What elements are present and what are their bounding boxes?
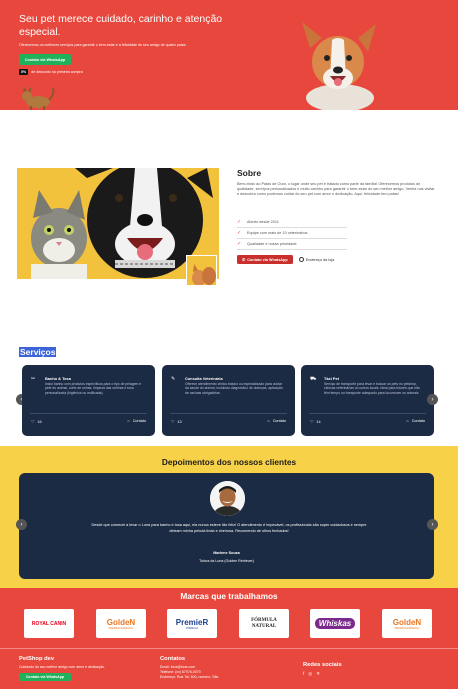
footer: PetShop dev Cuidando do seu melhor amigo…	[0, 648, 458, 689]
twitter-icon[interactable]: ✕	[316, 671, 320, 677]
divider	[170, 413, 287, 414]
heart-icon: ♡	[171, 420, 175, 424]
divider	[30, 413, 147, 414]
home-icon: ⌂	[267, 419, 270, 423]
feature-item: ✓ Equipe com mais de 10 veterinários	[237, 228, 347, 239]
whatsapp-icon: ✆	[242, 258, 246, 262]
avatar	[210, 481, 245, 516]
heart-icon: ♡	[310, 420, 314, 424]
service-contact-button[interactable]: ⌂ Contato	[127, 419, 146, 423]
testimonials-prev-arrow[interactable]: ‹	[16, 519, 27, 530]
about-title: Sobre	[237, 168, 262, 178]
divider	[309, 413, 426, 414]
heart-icon: ♡	[31, 420, 35, 424]
testimonial-card: Desde que comecei a levar o Luna para ba…	[19, 473, 434, 579]
hero-whatsapp-button[interactable]: Contato via WhatsApp	[19, 54, 71, 65]
about-whatsapp-button[interactable]: ✆ Contato via WhatsApp	[237, 255, 293, 264]
service-card: ✎ Consulta Veterinária Oferece atendimen…	[162, 365, 295, 436]
testimonial-pet: Tutora da Luna (Golden Retriever)	[199, 559, 254, 563]
car-icon: ⛟	[310, 376, 317, 382]
testimonials-title: Depoimentos dos nossos clientes	[161, 457, 297, 467]
footer-whatsapp-button[interactable]: Contato via WhatsApp	[19, 673, 71, 681]
hero-section: Seu pet merece cuidado, carinho e atençã…	[0, 0, 458, 110]
footer-contacts-title: Contatos	[160, 656, 186, 662]
service-card: ✂ Banho & Tosa Inclui banho com produtos…	[22, 365, 155, 436]
promo-badge: 5%	[19, 69, 29, 75]
syringe-icon: ✎	[171, 376, 176, 382]
promo-banner: 5% de desconto na primeira compra	[19, 69, 83, 75]
about-actions: ✆ Contato via WhatsApp Endereço da loja	[237, 255, 334, 264]
footer-brand: PetShop dev Cuidando do seu melhor amigo…	[19, 656, 105, 681]
footer-brand-text: Cuidando do seu melhor amigo com amor e …	[19, 665, 105, 669]
feature-item: ✓ Qualidade é nossa prioridade	[237, 239, 347, 250]
dog-illustration	[302, 22, 376, 110]
services-next-arrow[interactable]: ›	[427, 394, 438, 405]
footer-social-title: Redes sociais	[303, 662, 342, 668]
promo-text: de desconto na primeira compra	[31, 70, 83, 74]
footer-social: Redes sociais f ◎ ✕	[303, 662, 342, 677]
feature-item: ✓ Aberto desde 2011	[237, 217, 347, 228]
testimonial-author: Marlene Souza	[213, 551, 240, 555]
like-count[interactable]: ♡ 14	[310, 419, 321, 425]
home-icon: ⌂	[127, 419, 130, 423]
about-content: Sobre Bem-vindo ao Patas de Ouro, o luga…	[237, 168, 437, 198]
location-icon	[298, 257, 304, 262]
service-contact-button[interactable]: ⌂ Contato	[267, 419, 286, 423]
scissors-icon: ✂	[31, 376, 36, 382]
about-text: Bem-vindo ao Patas de Ouro, o lugar onde…	[237, 182, 435, 197]
store-address-link[interactable]: Endereço da loja	[298, 257, 334, 262]
brands-section: Marcas que trabalhamos ROYAL CANIN Golde…	[0, 588, 458, 648]
check-icon: ✓	[237, 241, 242, 247]
footer-contacts: Contatos Email: luna@luna.com Telefone: …	[160, 656, 219, 680]
like-count[interactable]: ♡ 16	[31, 419, 42, 425]
brand-logo: ROYAL CANIN	[24, 609, 74, 638]
brand-logo: Whiskas	[310, 609, 360, 638]
hero-title: Seu pet merece cuidado, carinho e atençã…	[19, 13, 223, 38]
service-card: ⛟ Táxi Pet Serviço de transporte para le…	[301, 365, 434, 436]
social-icons: f ◎ ✕	[303, 671, 342, 677]
home-icon: ⌂	[406, 419, 409, 423]
testimonials-next-arrow[interactable]: ›	[427, 519, 438, 530]
check-icon: ✓	[237, 230, 242, 236]
footer-address: Endereço: Rua Tal, 500, numero, São	[160, 675, 219, 679]
footer-brand-name: PetShop dev	[19, 656, 55, 662]
about-features: ✓ Aberto desde 2011 ✓ Equipe com mais de 1…	[237, 217, 347, 250]
service-contact-button[interactable]: ⌂ Contato	[406, 419, 425, 423]
brand-logo: GoldeN PREMIUM ESPECIAL	[96, 609, 146, 638]
hero-subtitle: Oferecemos os melhores serviços para gar…	[19, 43, 187, 47]
brands-title: Marcas que trabalhamos	[180, 591, 278, 601]
testimonial-quote: Desde que comecei a levar o Luna para ba…	[91, 523, 367, 533]
brand-logo: FÓRMULA NATURAL	[239, 609, 289, 638]
facebook-icon[interactable]: f	[303, 671, 304, 677]
testimonials-section: Depoimentos dos nossos clientes Desde qu…	[0, 446, 458, 588]
like-count[interactable]: ♡ 13	[171, 419, 182, 425]
check-icon: ✓	[237, 219, 242, 225]
instagram-icon[interactable]: ◎	[308, 671, 312, 677]
services-title: Serviços	[19, 347, 57, 357]
cat-illustration	[22, 87, 55, 110]
brand-logo: GoldeN PREMIUM ESPECIAL	[382, 609, 432, 638]
about-thumbnail[interactable]	[186, 255, 217, 286]
brand-logo: PremieR FÓRMULA	[167, 609, 217, 638]
